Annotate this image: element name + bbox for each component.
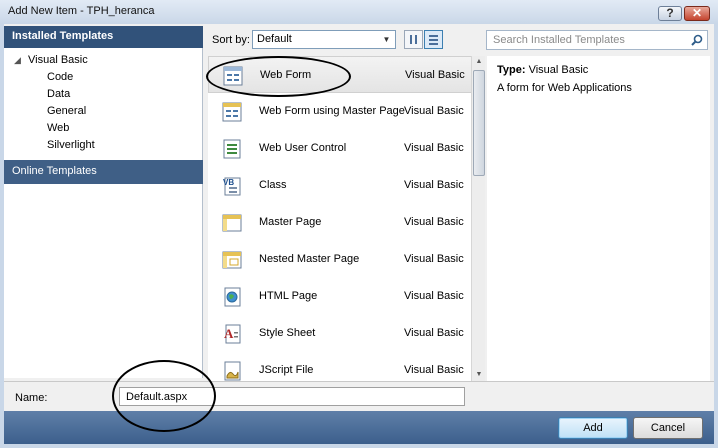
template-list-scrollbar[interactable]: ▲ ▼ <box>471 56 485 381</box>
tree-item-silverlight[interactable]: Silverlight <box>4 137 203 154</box>
template-item-html-page[interactable]: HTML Page Visual Basic <box>208 278 472 315</box>
tree-item-label: Visual Basic <box>28 54 88 66</box>
template-language: Visual Basic <box>404 327 464 339</box>
sort-by-value: Default <box>257 33 292 45</box>
title-bar: Add New Item - TPH_heranca ? ✕ <box>0 0 718 24</box>
template-name: Web Form <box>260 69 312 81</box>
small-icons-view-button[interactable] <box>404 30 423 49</box>
template-language: Visual Basic <box>404 253 464 265</box>
installed-templates-header[interactable]: Installed Templates <box>4 26 203 48</box>
jscript-file-icon <box>224 361 241 381</box>
template-item-web-form[interactable]: Web Form Visual Basic <box>208 56 472 93</box>
template-language: Visual Basic <box>404 290 464 302</box>
template-language: Visual Basic <box>404 179 464 191</box>
template-language: Visual Basic <box>404 216 464 228</box>
template-item-web-user-control[interactable]: Web User Control Visual Basic <box>208 130 472 167</box>
svg-text:VB: VB <box>223 178 234 187</box>
add-button[interactable]: Add <box>558 417 628 439</box>
type-label: Type: <box>497 64 526 76</box>
nested-master-page-icon <box>222 251 242 269</box>
template-categories-panel: Installed Templates ◢ Visual Basic Code D… <box>4 26 203 378</box>
list-view-button[interactable] <box>424 30 443 49</box>
help-button[interactable]: ? <box>658 6 682 21</box>
template-name: JScript File <box>259 364 314 376</box>
template-name: Master Page <box>259 216 322 228</box>
tree-item-data[interactable]: Data <box>4 86 203 103</box>
web-form-master-icon <box>222 102 242 122</box>
file-name-input[interactable]: Default.aspx <box>119 387 465 406</box>
template-language: Visual Basic <box>404 142 464 154</box>
template-language: Visual Basic <box>405 69 465 81</box>
tree-item-web[interactable]: Web <box>4 120 203 137</box>
tree-item-code[interactable]: Code <box>4 69 203 86</box>
template-item-web-form-master[interactable]: Web Form using Master Page Visual Basic <box>208 93 472 130</box>
template-name: Web Form using Master Page <box>259 105 405 117</box>
template-language: Visual Basic <box>404 105 464 117</box>
online-templates-header[interactable]: Online Templates <box>4 160 203 184</box>
template-description: A form for Web Applications <box>497 82 632 94</box>
search-input[interactable]: Search Installed Templates <box>486 30 708 50</box>
template-item-master-page[interactable]: Master Page Visual Basic <box>208 204 472 241</box>
template-item-jscript-file[interactable]: JScript File Visual Basic <box>208 352 472 381</box>
tree-item-visual-basic[interactable]: ◢ Visual Basic <box>4 52 203 69</box>
template-name: HTML Page <box>259 290 318 302</box>
template-item-style-sheet[interactable]: A Style Sheet Visual Basic <box>208 315 472 352</box>
expand-triangle-icon[interactable]: ◢ <box>14 52 28 69</box>
search-icon[interactable] <box>691 34 703 46</box>
search-placeholder: Search Installed Templates <box>493 34 625 46</box>
svg-text:A: A <box>224 326 234 341</box>
scroll-up-icon[interactable]: ▲ <box>472 56 486 68</box>
template-item-class[interactable]: VB Class Visual Basic <box>208 167 472 204</box>
name-label: Name: <box>15 392 48 404</box>
template-item-nested-master-page[interactable]: Nested Master Page Visual Basic <box>208 241 472 278</box>
template-language: Visual Basic <box>404 364 464 376</box>
scrollbar-thumb[interactable] <box>473 70 485 176</box>
template-list: Web Form Visual Basic Web Form using Mas… <box>208 56 472 381</box>
scroll-down-icon[interactable]: ▼ <box>472 369 486 381</box>
template-name: Style Sheet <box>259 327 316 339</box>
sort-by-label: Sort by: <box>212 34 250 46</box>
template-name: Nested Master Page <box>259 253 360 265</box>
tree-item-general[interactable]: General <box>4 103 203 120</box>
template-name: Web User Control <box>259 142 347 154</box>
html-page-icon <box>224 287 241 307</box>
template-name: Class <box>259 179 287 191</box>
web-user-control-icon <box>223 139 241 159</box>
template-type-line: Type: Visual Basic <box>497 64 588 76</box>
chevron-down-icon: ▼ <box>382 35 391 44</box>
style-sheet-icon: A <box>224 324 241 344</box>
template-details-pane: Type: Visual Basic A form for Web Applic… <box>487 56 710 381</box>
class-icon: VB <box>223 177 241 196</box>
window-title: Add New Item - TPH_heranca <box>8 5 155 17</box>
web-form-icon <box>223 66 243 86</box>
close-button[interactable]: ✕ <box>684 6 710 21</box>
sort-by-dropdown[interactable]: Default ▼ <box>252 30 396 49</box>
master-page-icon <box>222 214 242 232</box>
cancel-button[interactable]: Cancel <box>633 417 703 439</box>
category-tree: ◢ Visual Basic Code Data General Web Silv… <box>4 52 203 154</box>
type-value: Visual Basic <box>528 64 589 76</box>
